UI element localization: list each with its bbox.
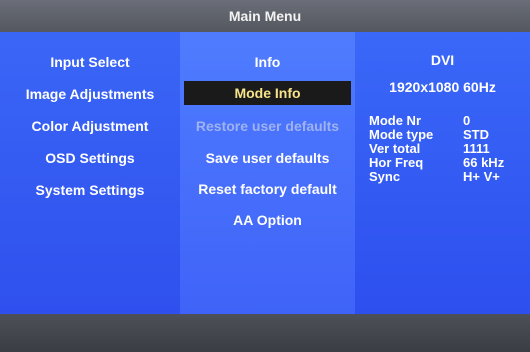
info-value: H+ V+: [463, 169, 500, 184]
menu-item-osd-settings[interactable]: OSD Settings: [0, 146, 180, 170]
info-key: Mode type: [369, 127, 434, 142]
submenu-item-save-user-defaults[interactable]: Save user defaults: [184, 146, 351, 170]
info-key: Ver total: [369, 141, 421, 156]
resolution-label: 1920x1080 60Hz: [389, 79, 496, 95]
info-row-hor-freq: Hor Freq 66 kHz: [369, 156, 523, 170]
submenu-item-aa-option[interactable]: AA Option: [184, 208, 351, 232]
menu-item-system-settings[interactable]: System Settings: [0, 178, 180, 202]
mode-info-panel: DVI 1920x1080 60Hz Mode Nr 0 Mode type S…: [355, 32, 530, 314]
info-submenu-panel: Info Mode Info Restore user defaults Sav…: [180, 32, 355, 314]
menu-item-color-adjustment[interactable]: Color Adjustment: [0, 114, 180, 138]
menu-footer-bar: [0, 314, 530, 352]
info-value: 1111: [463, 141, 490, 156]
info-key: Hor Freq: [369, 155, 424, 170]
menu-title: Main Menu: [228, 8, 302, 24]
info-value: 66 kHz: [463, 155, 505, 170]
submenu-item-mode-info[interactable]: Mode Info: [184, 81, 351, 105]
info-row-sync: Sync H+ V+: [369, 170, 523, 184]
submenu-item-restore-user-defaults: Restore user defaults: [195, 118, 340, 134]
main-category-panel: Input Select Image Adjustments Color Adj…: [0, 32, 180, 314]
info-key: Sync: [369, 169, 401, 184]
submenu-item-info[interactable]: Info: [184, 50, 351, 74]
info-row-ver-total: Ver total 1111: [369, 142, 523, 156]
info-row-mode-nr: Mode Nr 0: [369, 114, 523, 128]
submenu-item-reset-factory-default[interactable]: Reset factory default: [184, 177, 351, 201]
input-source-label: DVI: [430, 52, 455, 68]
info-value: 0: [463, 113, 471, 128]
mode-info-table: Mode Nr 0 Mode type STD Ver total 1111 H…: [369, 114, 523, 184]
info-row-mode-type: Mode type STD: [369, 128, 523, 142]
menu-item-input-select[interactable]: Input Select: [0, 50, 180, 74]
info-key: Mode Nr: [369, 113, 421, 128]
menu-title-bar: Main Menu: [0, 0, 530, 32]
info-value: STD: [463, 127, 489, 142]
menu-item-image-adjustments[interactable]: Image Adjustments: [0, 82, 180, 106]
